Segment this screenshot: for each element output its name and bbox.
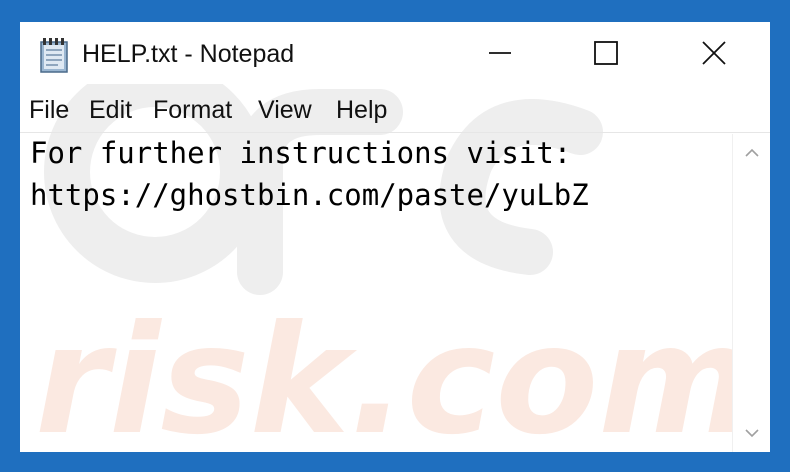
close-icon — [702, 41, 726, 65]
menu-format[interactable]: Format — [153, 96, 232, 125]
vertical-scrollbar[interactable] — [732, 134, 770, 452]
menu-file[interactable]: File — [29, 96, 69, 125]
menu-help[interactable]: Help — [336, 96, 387, 125]
window-title: HELP.txt - Notepad — [82, 40, 295, 68]
minimize-button[interactable] — [470, 30, 530, 76]
text-editor[interactable]: For further instructions visit: https://… — [20, 134, 732, 452]
minimize-icon — [489, 52, 511, 54]
menu-view[interactable]: View — [258, 96, 312, 125]
title-bar[interactable]: HELP.txt - Notepad — [20, 22, 770, 84]
close-button[interactable] — [684, 30, 744, 76]
notepad-window: risk.com HELP.txt - Notepad File Edit Fo… — [20, 22, 770, 452]
maximize-button[interactable] — [576, 30, 636, 76]
editor-line-2: https://ghostbin.com/paste/yuLbZ — [30, 178, 589, 212]
editor-line-1: For further instructions visit: — [30, 136, 572, 170]
chevron-down-icon[interactable] — [744, 428, 760, 438]
chevron-up-icon[interactable] — [744, 148, 760, 158]
notepad-icon — [40, 38, 68, 73]
maximize-icon — [594, 41, 618, 65]
menu-bar: File Edit Format View Help — [20, 92, 770, 133]
menu-edit[interactable]: Edit — [89, 96, 132, 125]
